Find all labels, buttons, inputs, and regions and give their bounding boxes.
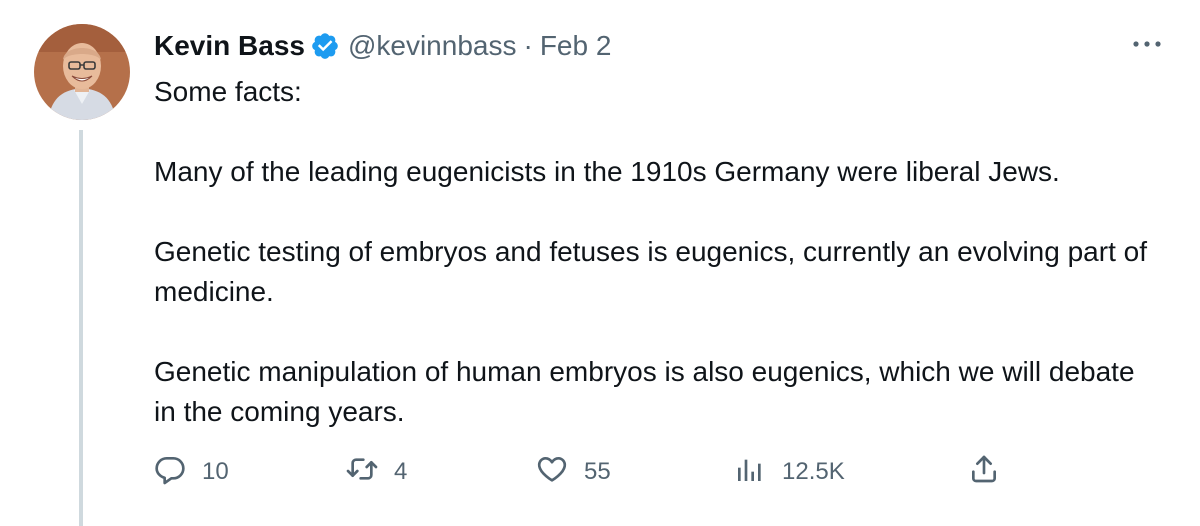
tweet-paragraph: Some facts: [154,76,302,107]
tweet-paragraph: Genetic manipulation of human embryos is… [154,356,1135,427]
more-horizontal-icon[interactable] [1130,34,1164,54]
author-handle[interactable]: @kevinnbass [348,30,517,62]
retweet-count: 4 [394,458,408,485]
share-icon [968,453,1000,492]
views-count: 12.5K [782,458,845,485]
like-count: 55 [584,458,611,485]
tweet-paragraph: Many of the leading eugenicists in the 1… [154,156,1060,187]
avatar[interactable] [34,24,130,120]
author-display-name[interactable]: Kevin Bass [154,30,305,62]
share-button[interactable] [968,452,1000,492]
thread-connector-line [79,130,83,526]
views-button[interactable]: 12.5K [734,452,845,492]
tweet-actions: 10 4 55 12.5K [154,452,1054,492]
avatar-image [34,24,130,120]
verified-badge-icon[interactable] [310,31,340,61]
tweet-text: Some facts: Many of the leading eugenici… [154,72,1164,432]
tweet-date[interactable]: Feb 2 [540,30,612,62]
reply-icon [154,453,186,492]
analytics-icon [734,453,766,492]
tweet-header: Kevin Bass @kevinnbass · Feb 2 [154,28,611,64]
like-button[interactable]: 55 [536,452,611,492]
reply-count: 10 [202,458,229,485]
header-separator: · [523,30,533,61]
tweet[interactable]: Kevin Bass @kevinnbass · Feb 2 Some fact… [0,0,1200,526]
reply-button[interactable]: 10 [154,452,229,492]
tweet-paragraph: Genetic testing of embryos and fetuses i… [154,236,1147,307]
retweet-icon [346,453,378,492]
heart-icon [536,453,568,492]
retweet-button[interactable]: 4 [346,452,407,492]
